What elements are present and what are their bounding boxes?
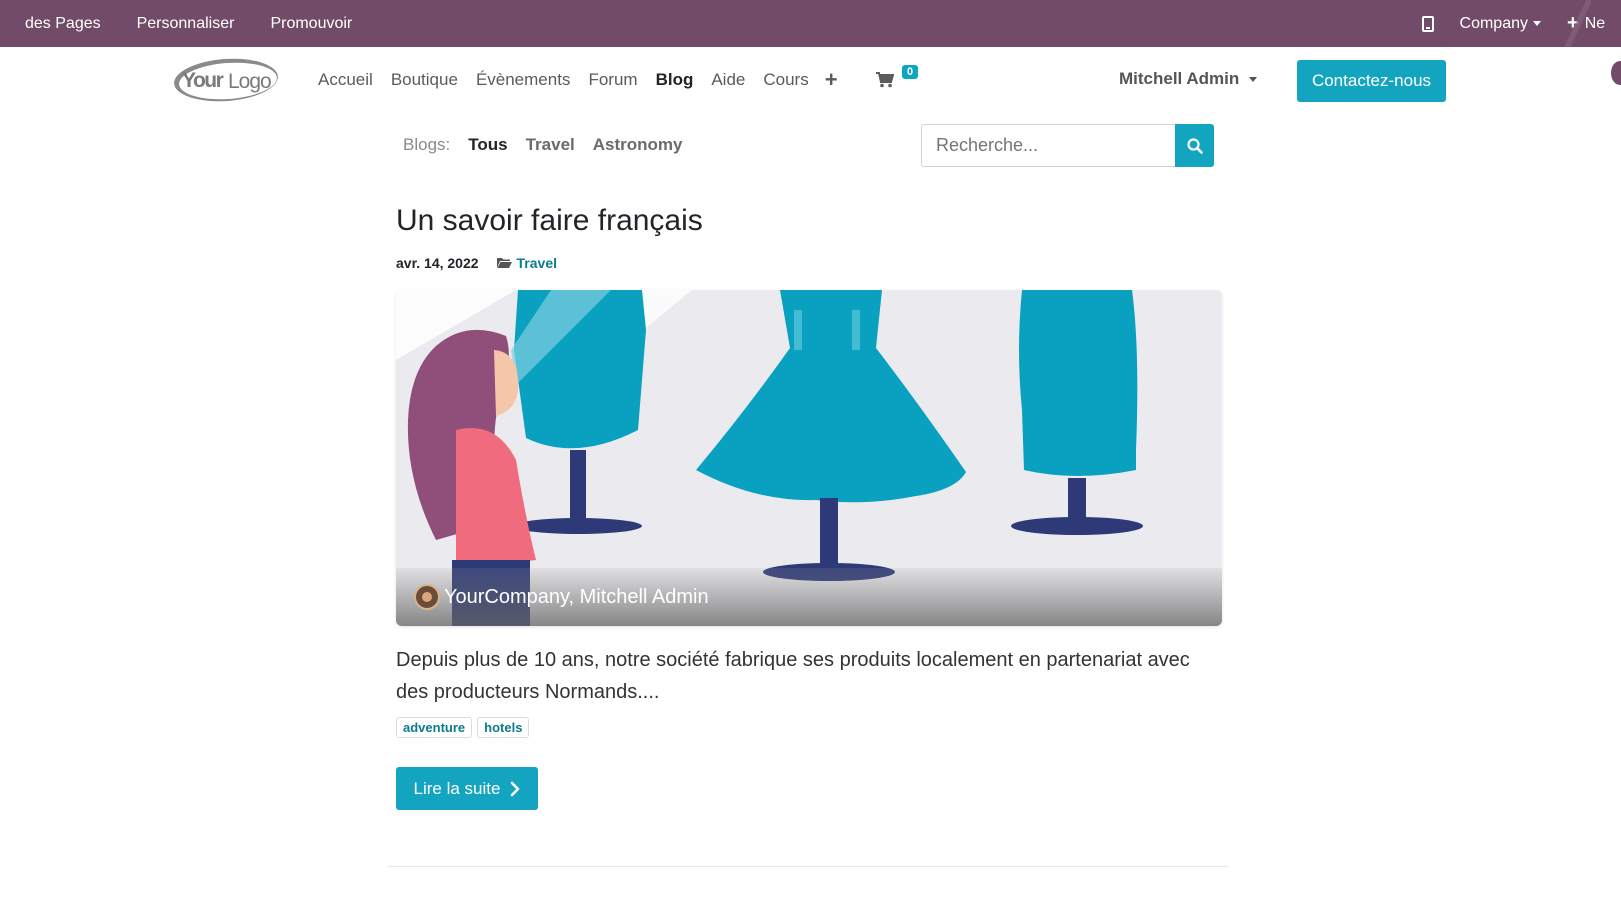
- menu-item-home[interactable]: Accueil: [318, 70, 373, 90]
- search-button[interactable]: [1175, 124, 1214, 167]
- user-menu[interactable]: Mitchell Admin: [1119, 69, 1258, 89]
- caret-down-icon: [1249, 76, 1258, 82]
- menu-item-blog[interactable]: Blog: [656, 70, 694, 90]
- svg-text:Logo: Logo: [228, 70, 271, 93]
- admin-bar-divider: [1561, 0, 1591, 47]
- cart-count-badge: 0: [902, 65, 919, 79]
- admin-menu-promote[interactable]: Promouvoir: [252, 0, 370, 47]
- menu-item-help[interactable]: Aide: [711, 70, 745, 90]
- chevron-right-icon: [511, 781, 520, 796]
- author-name: YourCompany, Mitchell Admin: [444, 585, 709, 608]
- read-more-button[interactable]: Lire la suite: [396, 767, 538, 810]
- caret-down-icon: [1533, 21, 1541, 26]
- search-input[interactable]: [921, 124, 1175, 167]
- post-date: avr. 14, 2022: [396, 255, 479, 271]
- add-menu-item-icon[interactable]: +: [825, 69, 838, 91]
- tag-hotels[interactable]: hotels: [477, 717, 530, 738]
- blog-filter-astronomy[interactable]: Astronomy: [593, 135, 683, 155]
- admin-menu-customize[interactable]: Personnaliser: [119, 0, 253, 47]
- post-tags: adventure hotels: [396, 717, 534, 738]
- post-divider: [388, 866, 1228, 867]
- post-author: YourCompany, Mitchell Admin: [414, 584, 709, 610]
- admin-bar: des Pages Personnaliser Promouvoir Compa…: [0, 0, 1621, 47]
- cart-icon[interactable]: [875, 72, 894, 88]
- post-title[interactable]: Un savoir faire français: [396, 204, 703, 238]
- search-icon: [1186, 137, 1203, 154]
- company-label: Company: [1459, 14, 1528, 32]
- menu-item-events[interactable]: Évènements: [476, 70, 571, 90]
- blog-filter: Blogs: Tous Travel Astronomy: [403, 135, 701, 155]
- tag-adventure[interactable]: adventure: [396, 717, 473, 738]
- user-name: Mitchell Admin: [1119, 69, 1240, 88]
- blog-filter-all[interactable]: Tous: [468, 135, 507, 155]
- blogs-label: Blogs:: [403, 135, 451, 154]
- main-navbar: Your Logo Accueil Boutique Évènements Fo…: [0, 47, 1621, 113]
- edge-avatar[interactable]: [1611, 61, 1621, 85]
- main-menu: Accueil Boutique Évènements Forum Blog A…: [318, 69, 894, 91]
- admin-menu-pages[interactable]: des Pages: [0, 0, 119, 47]
- blog-filter-travel[interactable]: Travel: [526, 135, 575, 155]
- mobile-preview-icon[interactable]: [1421, 15, 1434, 32]
- post-cover-image[interactable]: YourCompany, Mitchell Admin: [396, 290, 1222, 626]
- read-more-label: Lire la suite: [413, 778, 501, 798]
- menu-item-courses[interactable]: Cours: [763, 70, 808, 90]
- author-avatar: [414, 584, 440, 610]
- company-logo[interactable]: Your Logo: [172, 57, 280, 103]
- blog-search: [921, 124, 1214, 167]
- svg-text:Your: Your: [182, 69, 224, 92]
- folder-icon: [496, 258, 512, 268]
- menu-item-forum[interactable]: Forum: [588, 70, 637, 90]
- post-teaser: Depuis plus de 10 ans, notre société fab…: [396, 649, 1190, 703]
- company-switcher[interactable]: Company: [1460, 15, 1541, 33]
- menu-item-shop[interactable]: Boutique: [391, 70, 458, 90]
- post-category-link[interactable]: Travel: [517, 255, 557, 271]
- contact-us-button[interactable]: Contactez-nous: [1297, 60, 1446, 102]
- post-meta: avr. 14, 2022 Travel: [396, 255, 557, 271]
